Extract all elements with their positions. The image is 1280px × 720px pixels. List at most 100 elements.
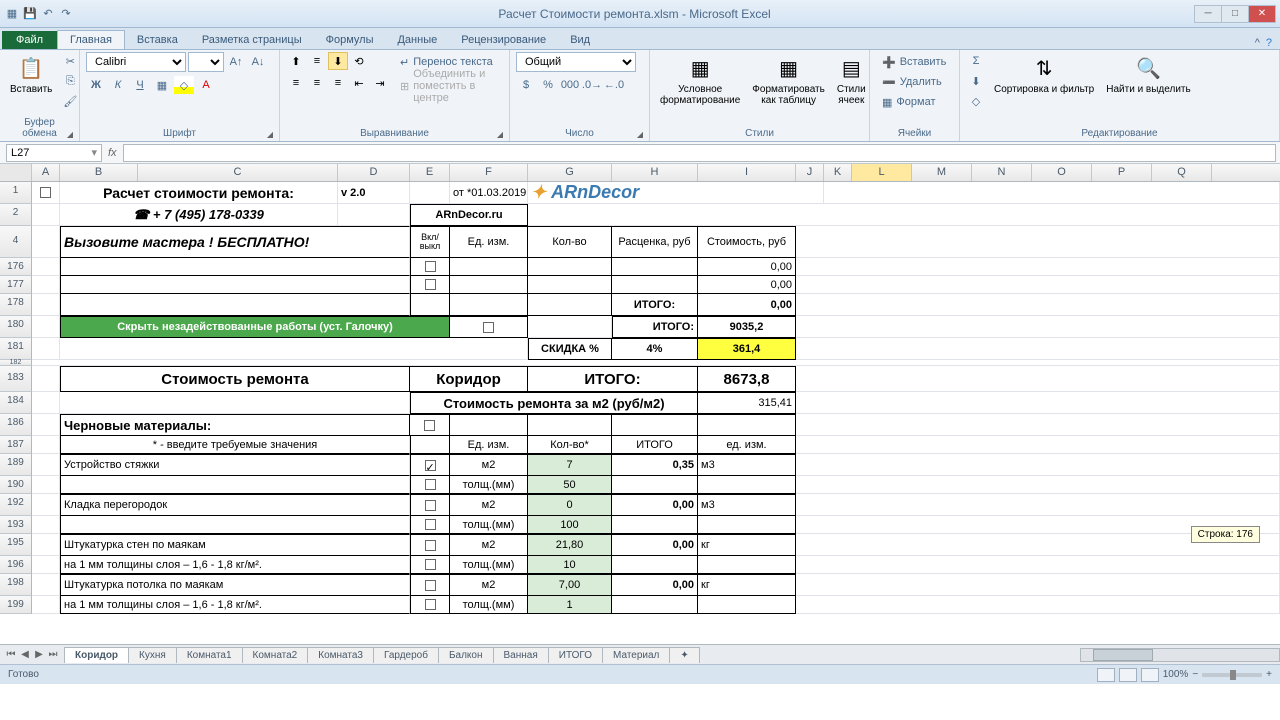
- checkbox[interactable]: [40, 187, 51, 198]
- insert-cells-button[interactable]: ➕Вставить: [876, 52, 952, 72]
- grow-font-icon[interactable]: A↑: [226, 53, 246, 71]
- col-O[interactable]: O: [1032, 164, 1092, 181]
- minimize-ribbon-icon[interactable]: ^: [1255, 37, 1260, 49]
- font-size-select[interactable]: 11: [188, 52, 224, 72]
- scroll-thumb[interactable]: [1093, 649, 1153, 661]
- col-L[interactable]: L: [852, 164, 912, 181]
- checkbox[interactable]: [425, 279, 436, 290]
- view-pagebreak-icon[interactable]: [1141, 668, 1159, 682]
- bold-button[interactable]: Ж: [86, 76, 106, 94]
- undo-icon[interactable]: ↶: [40, 6, 56, 22]
- sheet-tab-8[interactable]: ИТОГО: [548, 647, 603, 663]
- comma-icon[interactable]: 000: [560, 76, 580, 94]
- autosum-icon[interactable]: Σ: [966, 52, 986, 70]
- italic-button[interactable]: К: [108, 76, 128, 94]
- copy-icon[interactable]: ⎘: [60, 72, 80, 90]
- checkbox[interactable]: [425, 261, 436, 272]
- horizontal-scrollbar[interactable]: [1080, 648, 1280, 662]
- checkbox[interactable]: [425, 599, 436, 610]
- col-M[interactable]: M: [912, 164, 972, 181]
- col-C[interactable]: C: [138, 164, 338, 181]
- col-D[interactable]: D: [338, 164, 410, 181]
- fill-color-button[interactable]: ◇: [174, 76, 194, 94]
- sheet-tab-5[interactable]: Гардероб: [373, 647, 439, 663]
- checkbox[interactable]: [425, 500, 436, 511]
- col-G[interactable]: G: [528, 164, 612, 181]
- checkbox[interactable]: [425, 580, 436, 591]
- currency-icon[interactable]: $: [516, 76, 536, 94]
- zoom-out-icon[interactable]: −: [1192, 669, 1198, 680]
- format-painter-icon[interactable]: 🖌: [60, 92, 80, 110]
- cond-format-button[interactable]: ▦Условное форматирование: [656, 52, 744, 108]
- cell-styles-button[interactable]: ▤Стили ячеек: [833, 52, 870, 108]
- col-A[interactable]: A: [32, 164, 60, 181]
- sort-filter-button[interactable]: ⇅Сортировка и фильтр: [990, 52, 1098, 97]
- font-dialog-icon[interactable]: ◢: [267, 130, 273, 139]
- zoom-slider[interactable]: [1202, 673, 1262, 677]
- format-table-button[interactable]: ▦Форматировать как таблицу: [748, 52, 829, 108]
- col-I[interactable]: I: [698, 164, 796, 181]
- sheet-tab-6[interactable]: Балкон: [438, 647, 494, 663]
- checkbox[interactable]: [425, 559, 436, 570]
- merge-button[interactable]: ⊞Объединить и поместить в центре: [394, 76, 503, 96]
- zoom-level[interactable]: 100%: [1163, 669, 1189, 680]
- tab-formulas[interactable]: Формулы: [314, 31, 386, 49]
- align-top-icon[interactable]: ⬆: [286, 52, 306, 70]
- prev-sheet-icon[interactable]: ◀: [18, 649, 32, 660]
- col-J[interactable]: J: [796, 164, 824, 181]
- align-dialog-icon[interactable]: ◢: [497, 130, 503, 139]
- find-select-button[interactable]: 🔍Найти и выделить: [1102, 52, 1194, 97]
- tab-home[interactable]: Главная: [57, 30, 125, 49]
- cut-icon[interactable]: ✂: [60, 52, 80, 70]
- view-normal-icon[interactable]: [1097, 668, 1115, 682]
- align-middle-icon[interactable]: ≡: [307, 52, 327, 70]
- save-icon[interactable]: 💾: [22, 6, 38, 22]
- checkbox[interactable]: [483, 322, 494, 333]
- dec-decimal-icon[interactable]: ←.0: [604, 76, 624, 94]
- inc-decimal-icon[interactable]: .0→: [582, 76, 602, 94]
- select-all-button[interactable]: [0, 164, 32, 181]
- clipboard-dialog-icon[interactable]: ◢: [67, 130, 73, 139]
- delete-cells-button[interactable]: ➖Удалить: [876, 72, 948, 92]
- font-color-button[interactable]: A: [196, 76, 216, 94]
- shrink-font-icon[interactable]: A↓: [248, 53, 268, 71]
- row-hdr-2[interactable]: 2: [0, 204, 32, 226]
- checkbox[interactable]: [424, 420, 435, 431]
- sheet-tab-9[interactable]: Материал: [602, 647, 670, 663]
- formula-input[interactable]: [123, 144, 1276, 162]
- format-cells-button[interactable]: ▦Формат: [876, 92, 941, 112]
- percent-icon[interactable]: %: [538, 76, 558, 94]
- checkbox[interactable]: [425, 479, 436, 490]
- col-H[interactable]: H: [612, 164, 698, 181]
- number-dialog-icon[interactable]: ◢: [637, 130, 643, 139]
- row-hdr-1[interactable]: 1: [0, 182, 32, 204]
- tab-data[interactable]: Данные: [385, 31, 449, 49]
- tab-layout[interactable]: Разметка страницы: [190, 31, 314, 49]
- grid-body[interactable]: 1 Расчет стоимости ремонта: v 2.0 от *01…: [0, 182, 1280, 644]
- new-sheet-icon[interactable]: ✦: [669, 647, 699, 663]
- maximize-button[interactable]: □: [1221, 5, 1249, 23]
- sheet-tab-0[interactable]: Коридор: [64, 647, 129, 663]
- col-K[interactable]: K: [824, 164, 852, 181]
- close-button[interactable]: ✕: [1248, 5, 1276, 23]
- tab-insert[interactable]: Вставка: [125, 31, 190, 49]
- indent-dec-icon[interactable]: ⇤: [349, 74, 369, 92]
- view-layout-icon[interactable]: [1119, 668, 1137, 682]
- sheet-tab-4[interactable]: Комната3: [307, 647, 374, 663]
- number-format-select[interactable]: Общий: [516, 52, 636, 72]
- file-tab[interactable]: Файл: [2, 31, 57, 49]
- checkbox[interactable]: [425, 540, 436, 551]
- name-box[interactable]: L27▾: [6, 144, 102, 162]
- redo-icon[interactable]: ↷: [58, 6, 74, 22]
- sheet-tab-1[interactable]: Кухня: [128, 647, 177, 663]
- col-B[interactable]: B: [60, 164, 138, 181]
- col-F[interactable]: F: [450, 164, 528, 181]
- help-icon[interactable]: ?: [1266, 37, 1272, 49]
- align-right-icon[interactable]: ≡: [328, 74, 348, 92]
- orientation-icon[interactable]: ⟲: [349, 52, 369, 70]
- underline-button[interactable]: Ч: [130, 76, 150, 94]
- checkbox[interactable]: [425, 519, 436, 530]
- border-button[interactable]: ▦: [152, 76, 172, 94]
- next-sheet-icon[interactable]: ▶: [32, 649, 46, 660]
- row-hdr-4[interactable]: 4: [0, 226, 32, 258]
